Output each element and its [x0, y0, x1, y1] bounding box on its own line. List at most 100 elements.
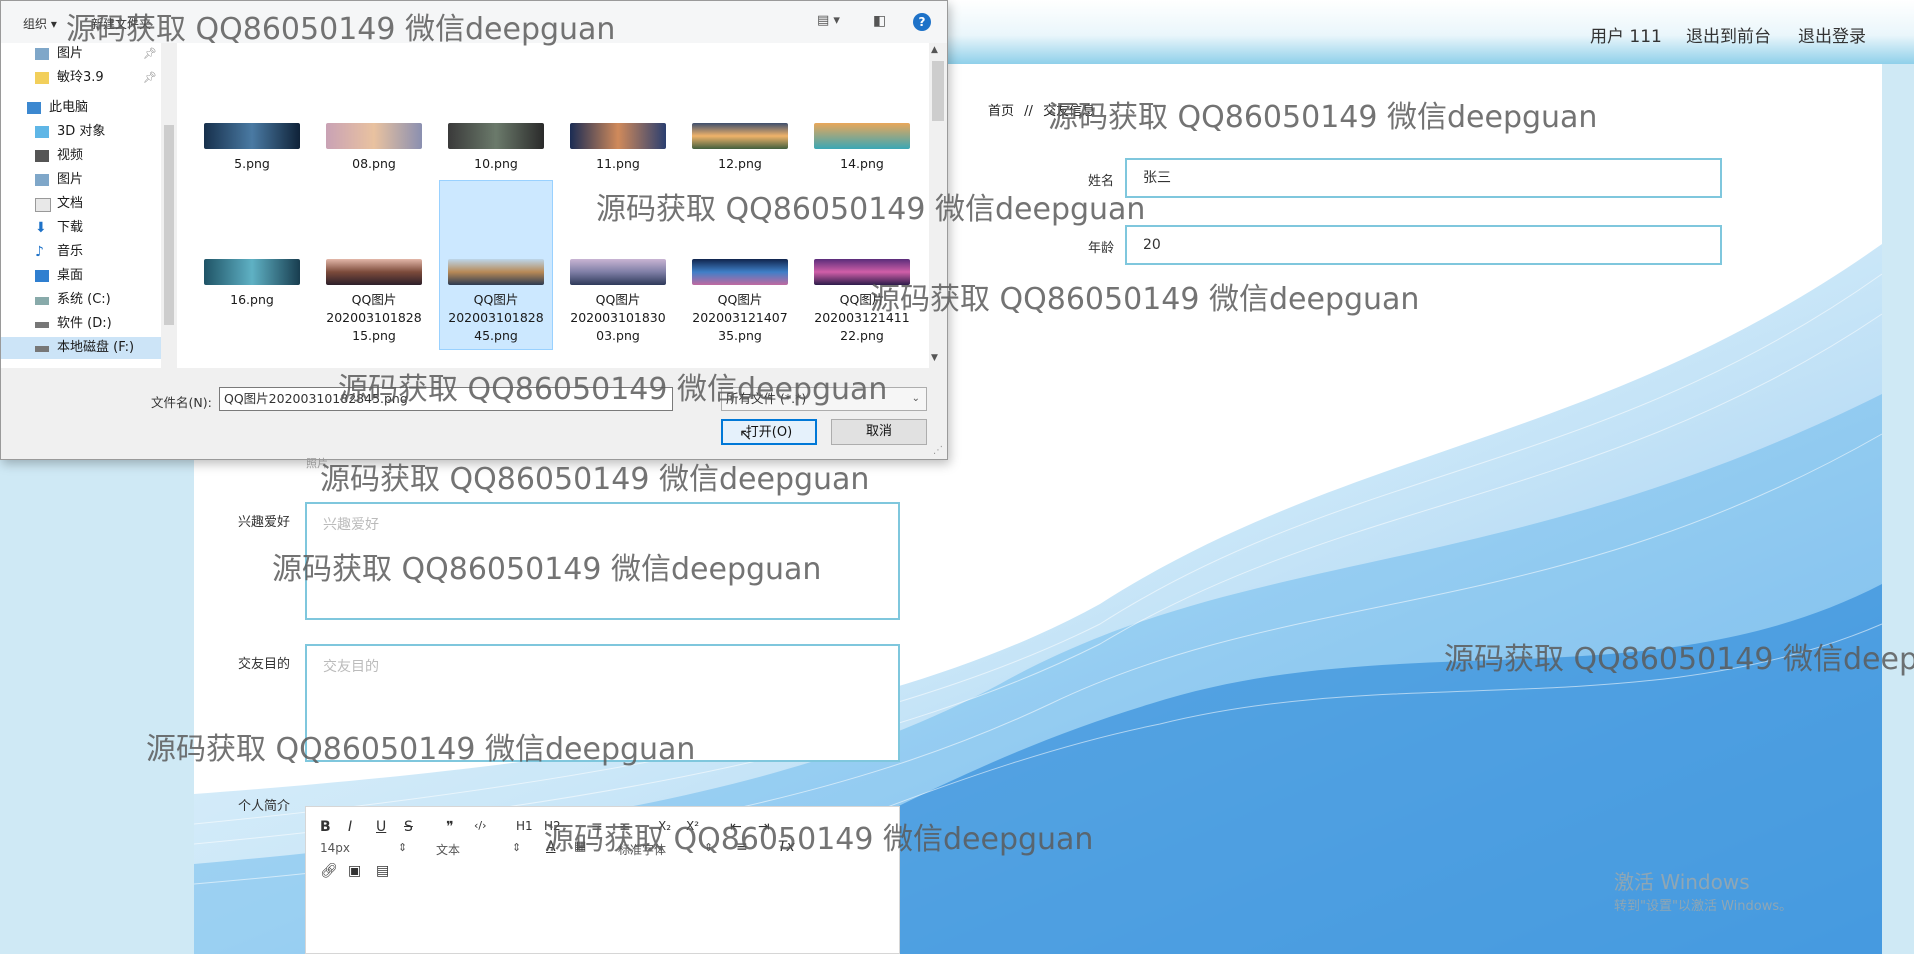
- thumbnail: [326, 123, 422, 149]
- background-color-icon[interactable]: ▦: [574, 839, 586, 854]
- align-icon[interactable]: ≡: [736, 839, 748, 855]
- file-list-scrollbar[interactable]: ▲ ▼: [929, 43, 947, 368]
- nav-item-desktop[interactable]: 桌面: [1, 265, 161, 287]
- font-family-select[interactable]: 标准字体: [618, 841, 666, 858]
- resize-grip-icon[interactable]: ⋰: [933, 445, 943, 456]
- quote-button[interactable]: ❞: [446, 819, 454, 835]
- help-icon[interactable]: ?: [913, 13, 931, 31]
- cancel-button[interactable]: 取消: [831, 419, 927, 445]
- underline-button[interactable]: U: [376, 819, 386, 835]
- nav-label: 音乐: [57, 244, 84, 259]
- hobby-textarea[interactable]: 兴趣爱好: [305, 502, 900, 620]
- nav-item-music[interactable]: ♪ 音乐: [1, 241, 161, 263]
- nav-scroll-thumb[interactable]: [164, 125, 174, 325]
- open-button[interactable]: 打开(O): [721, 419, 817, 445]
- user-name[interactable]: 用户 111: [1590, 22, 1662, 47]
- h1-button[interactable]: H1: [516, 819, 533, 833]
- nav-item-videos[interactable]: 视频: [1, 145, 161, 167]
- file-item[interactable]: 12.png: [683, 123, 797, 173]
- name-input[interactable]: 张三: [1125, 158, 1722, 198]
- font-color-icon[interactable]: A: [546, 839, 556, 855]
- file-type-value: 所有文件 (*.*): [726, 391, 807, 406]
- file-item[interactable]: 14.png: [805, 123, 919, 173]
- nav-item-drive-f[interactable]: 本地磁盘 (F:): [1, 337, 161, 359]
- file-item[interactable]: 5.png: [195, 123, 309, 173]
- video-icon[interactable]: ▤: [376, 863, 389, 879]
- nav-label: 敏玲3.9: [57, 70, 104, 85]
- nav-item-pictures-pinned[interactable]: 图片 📌︎: [1, 43, 161, 65]
- file-item[interactable]: QQ图片 202003101828 15.png: [317, 259, 431, 345]
- outdent-button[interactable]: ⇤: [730, 819, 742, 835]
- bullet-list-button[interactable]: ≡: [619, 819, 631, 835]
- ordered-list-button[interactable]: ≡: [591, 819, 603, 835]
- code-button[interactable]: ‹/›: [474, 819, 487, 832]
- nav-label: 3D 对象: [57, 124, 106, 139]
- scroll-up-icon[interactable]: ▲: [931, 45, 938, 55]
- h2-button[interactable]: H2: [544, 819, 561, 833]
- nav-item-drive-c[interactable]: 系统 (C:): [1, 289, 161, 311]
- view-options-icon[interactable]: ▤ ▾: [817, 13, 840, 28]
- file-item[interactable]: 08.png: [317, 123, 431, 173]
- nav-item-this-pc[interactable]: 此电脑: [1, 97, 161, 119]
- file-name-line: 202003101830: [570, 310, 666, 325]
- nav-item-3d-objects[interactable]: 3D 对象: [1, 121, 161, 143]
- italic-button[interactable]: I: [348, 819, 352, 835]
- purpose-label: 交友目的: [237, 657, 290, 672]
- link-icon[interactable]: 🔗︎: [320, 863, 338, 879]
- breadcrumb-home[interactable]: 首页: [988, 104, 1014, 119]
- paragraph-arrow-icon: ⇕: [512, 841, 522, 854]
- filename-label: 文件名(N):: [151, 395, 212, 410]
- preview-pane-icon[interactable]: ◧: [873, 13, 886, 29]
- file-name: 14.png: [840, 156, 884, 171]
- nav-label: 桌面: [57, 268, 84, 283]
- new-folder-button[interactable]: 新建文件夹: [91, 15, 151, 32]
- clear-format-icon[interactable]: Tx: [778, 839, 795, 855]
- nav-item-pictures[interactable]: 图片: [1, 169, 161, 191]
- nav-label: 本地磁盘 (F:): [57, 340, 135, 355]
- rich-text-editor[interactable]: B I U S ❞ ‹/› H1 H2 ≡ ≡ X₂ X² ⇤ ⇥ 14px ⇕…: [305, 806, 900, 954]
- filename-input[interactable]: QQ图片20200310182845.png: [219, 387, 673, 411]
- file-item-selected[interactable]: QQ图片 202003101828 45.png: [439, 180, 553, 350]
- nav-item-drive-d[interactable]: 软件 (D:): [1, 313, 161, 335]
- purpose-textarea[interactable]: 交友目的: [305, 644, 900, 762]
- paragraph-select[interactable]: 文本: [436, 841, 460, 858]
- nav-item-folder-pinned[interactable]: 敏玲3.9 📌︎: [1, 67, 161, 89]
- open-file-dialog: 组织 ▾ 新建文件夹 ▤ ▾ ◧ ? 图片 📌︎ 敏玲3.9 📌︎ 此电脑 3D…: [0, 0, 948, 460]
- nav-scrollbar[interactable]: [161, 43, 177, 368]
- file-item[interactable]: 11.png: [561, 123, 675, 173]
- file-scroll-thumb[interactable]: [932, 61, 944, 121]
- age-label: 年龄: [1087, 241, 1114, 256]
- bold-button[interactable]: B: [320, 819, 331, 835]
- file-item[interactable]: QQ图片 202003121411 22.png: [805, 259, 919, 345]
- file-type-select[interactable]: 所有文件 (*.*) ⌄: [721, 387, 927, 411]
- font-size-select[interactable]: 14px: [320, 841, 350, 855]
- file-item[interactable]: QQ图片 202003121407 35.png: [683, 259, 797, 345]
- thumbnail: [692, 123, 788, 149]
- indent-button[interactable]: ⇥: [758, 819, 770, 835]
- hobby-label: 兴趣爱好: [237, 515, 290, 530]
- video-icon: [35, 150, 49, 162]
- music-icon: ♪: [35, 244, 44, 260]
- file-item[interactable]: QQ图片 202003101830 03.png: [561, 259, 675, 345]
- file-item[interactable]: 16.png: [195, 259, 309, 309]
- image-icon[interactable]: ▣: [348, 863, 361, 879]
- file-list: 5.png 08.png 10.png 11.png 12.png 14.png…: [179, 43, 947, 368]
- file-name: 08.png: [352, 156, 396, 171]
- age-input[interactable]: 20: [1125, 225, 1722, 265]
- nav-label: 系统 (C:): [57, 292, 111, 307]
- superscript-button[interactable]: X²: [686, 819, 699, 833]
- subscript-button[interactable]: X₂: [658, 819, 671, 833]
- intro-label: 个人简介: [237, 799, 290, 814]
- file-name-line: 03.png: [596, 328, 640, 343]
- file-item[interactable]: 10.png: [439, 123, 553, 173]
- logout-link[interactable]: 退出登录: [1798, 22, 1866, 47]
- organize-menu[interactable]: 组织 ▾: [23, 15, 57, 32]
- file-name-line: QQ图片: [351, 292, 397, 307]
- strike-button[interactable]: S: [404, 819, 413, 835]
- scroll-down-icon[interactable]: ▼: [931, 353, 938, 363]
- file-name-line: 22.png: [840, 328, 884, 343]
- thumbnail: [570, 259, 666, 285]
- nav-item-documents[interactable]: 文档: [1, 193, 161, 215]
- nav-item-downloads[interactable]: ⬇ 下载: [1, 217, 161, 239]
- back-to-front-link[interactable]: 退出到前台: [1686, 22, 1771, 47]
